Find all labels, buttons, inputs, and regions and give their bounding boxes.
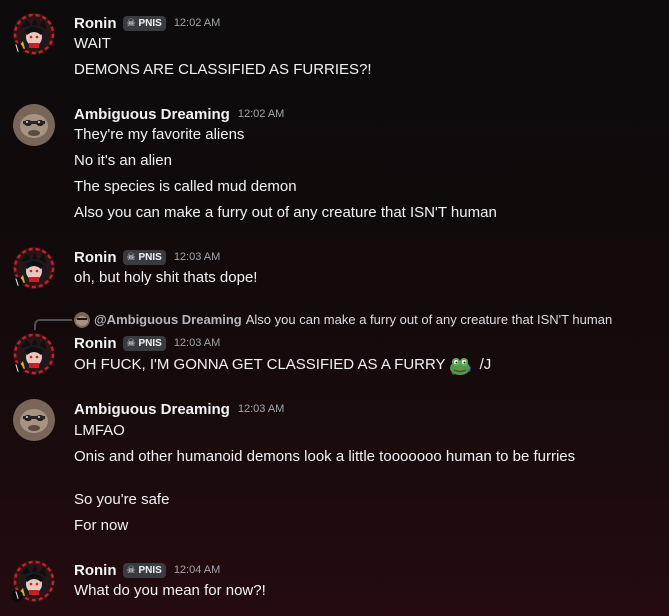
message-text: The species is called mud demon <box>74 178 297 195</box>
reply-avatar[interactable] <box>74 312 90 328</box>
reply-author[interactable]: @Ambiguous Dreaming <box>94 312 242 327</box>
reply-content[interactable]: Also you can make a furry out of any cre… <box>246 312 612 327</box>
skull-icon: ☠ <box>126 564 136 576</box>
avatar[interactable] <box>13 104 55 146</box>
message-text: Onis and other humanoid demons look a li… <box>74 448 576 465</box>
timestamp[interactable]: 12:03 AM <box>238 403 284 415</box>
message-text: oh, but holy shit thats dope! <box>74 269 258 286</box>
server-tag[interactable]: ☠ PNIS <box>122 249 166 265</box>
username[interactable]: Ambiguous Dreaming <box>74 401 230 418</box>
message-text: Also you can make a furry out of any cre… <box>74 204 497 221</box>
skull-icon: ☠ <box>126 251 136 263</box>
avatar[interactable] <box>13 399 55 441</box>
skull-icon: ☠ <box>126 337 136 349</box>
username[interactable]: Ronin <box>74 335 117 352</box>
message-text: No it's an alien <box>74 152 172 169</box>
message-header: Ronin ☠ PNIS 12:03 AM <box>74 247 220 267</box>
status-indicator: \ <box>11 590 23 602</box>
message-header: Ronin ☠ PNIS 12:04 AM <box>74 560 220 580</box>
message-text: So you're safe <box>74 491 170 508</box>
timestamp[interactable]: 12:03 AM <box>174 251 220 263</box>
reply-connector <box>34 319 72 330</box>
message-header: Ambiguous Dreaming 12:02 AM <box>74 104 284 124</box>
server-tag[interactable]: ☠ PNIS <box>122 335 166 351</box>
message-header: Ambiguous Dreaming 12:03 AM <box>74 399 284 419</box>
timestamp[interactable]: 12:03 AM <box>174 337 220 349</box>
message-text: WAIT <box>74 35 111 52</box>
skull-icon: ☠ <box>126 17 136 29</box>
message-text-part: OH FUCK, I'M GONNA GET CLASSIFIED AS A F… <box>74 356 446 373</box>
chat-log: \ Ronin ☠ PNIS 12:02 AM WAIT DEMONS ARE C… <box>0 0 669 616</box>
message-text: OH FUCK, I'M GONNA GET CLASSIFIED AS A F… <box>74 354 491 376</box>
status-indicator: \ <box>11 363 23 375</box>
timestamp[interactable]: 12:02 AM <box>174 17 220 29</box>
username[interactable]: Ronin <box>74 15 117 32</box>
message-text: DEMONS ARE CLASSIFIED AS FURRIES?! <box>74 61 372 78</box>
timestamp[interactable]: 12:02 AM <box>238 108 284 120</box>
message-text-part: /J <box>479 356 492 373</box>
username[interactable]: Ronin <box>74 249 117 266</box>
frog-emoji[interactable] <box>448 354 472 376</box>
server-tag[interactable]: ☠ PNIS <box>122 562 166 578</box>
message-text: LMFAO <box>74 422 125 439</box>
message-text: What do you mean for now?! <box>74 582 266 599</box>
message-text: For now <box>74 517 129 534</box>
status-indicator: \ <box>11 277 23 289</box>
message-header: Ronin ☠ PNIS 12:03 AM <box>74 333 220 353</box>
username[interactable]: Ambiguous Dreaming <box>74 106 230 123</box>
timestamp[interactable]: 12:04 AM <box>174 564 220 576</box>
server-tag[interactable]: ☠ PNIS <box>122 15 166 31</box>
message-text: They're my favorite aliens <box>74 126 245 143</box>
username[interactable]: Ronin <box>74 562 117 579</box>
message-header: Ronin ☠ PNIS 12:02 AM <box>74 13 220 33</box>
status-indicator: \ <box>11 43 23 55</box>
reply-preview[interactable]: @Ambiguous Dreaming Also you can make a f… <box>94 311 612 329</box>
